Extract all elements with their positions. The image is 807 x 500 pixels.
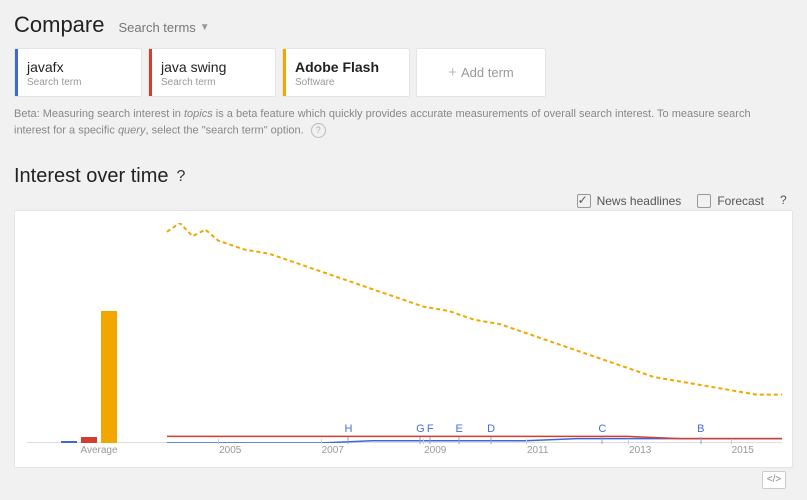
news-marker-G[interactable]: G	[416, 423, 425, 435]
checkbox-checked-icon	[577, 194, 591, 208]
compare-terms-row: javafx Search term java swing Search ter…	[14, 48, 793, 97]
add-term-button[interactable]: + Add term	[416, 48, 546, 97]
news-marker-D[interactable]: D	[487, 423, 495, 435]
news-tick	[430, 437, 431, 444]
search-terms-label: Search terms	[118, 20, 195, 35]
news-marker-F[interactable]: F	[427, 423, 434, 435]
x-tick: 2005	[219, 445, 241, 456]
news-marker-H[interactable]: H	[344, 423, 352, 435]
help-icon[interactable]: ?	[780, 194, 793, 207]
help-icon[interactable]: ?	[311, 123, 326, 138]
forecast-toggle[interactable]: Forecast	[697, 194, 764, 208]
color-stripe	[149, 49, 152, 96]
x-tick: 2009	[424, 445, 446, 456]
term-type: Search term	[161, 77, 263, 88]
chart-options: News headlines Forecast ?	[14, 194, 793, 208]
section-title: Interest over time	[14, 165, 169, 188]
term-card-java-swing[interactable]: java swing Search term	[148, 48, 276, 97]
news-tick	[348, 437, 349, 444]
term-card-javafx[interactable]: javafx Search term	[14, 48, 142, 97]
x-tick: 2011	[527, 445, 549, 456]
news-headlines-label: News headlines	[597, 194, 682, 208]
color-stripe	[283, 49, 286, 96]
news-tick	[420, 437, 421, 444]
term-type: Search term	[27, 77, 129, 88]
caret-down-icon: ▼	[200, 22, 210, 33]
term-name: Adobe Flash	[295, 59, 397, 75]
add-term-label: Add term	[461, 65, 514, 80]
series-java-swing	[167, 437, 782, 439]
term-type: Software	[295, 77, 397, 88]
news-tick	[602, 437, 603, 444]
search-terms-dropdown[interactable]: Search terms ▼	[118, 20, 209, 35]
news-tick	[491, 437, 492, 444]
beta-notice: Beta: Measuring search interest in topic…	[14, 107, 754, 139]
plus-icon: +	[448, 64, 457, 81]
checkbox-unchecked-icon	[697, 194, 711, 208]
page-title: Compare	[14, 12, 104, 38]
news-headlines-toggle[interactable]: News headlines	[577, 194, 682, 208]
interest-chart: HGFEDCB Average200520072009201120132015 …	[14, 210, 793, 468]
term-card-adobe-flash[interactable]: Adobe Flash Software	[282, 48, 410, 97]
term-name: javafx	[27, 59, 129, 75]
news-tick	[700, 437, 701, 444]
embed-button[interactable]: </>	[762, 471, 786, 489]
x-tick: 2015	[732, 445, 754, 456]
news-marker-E[interactable]: E	[455, 423, 462, 435]
news-tick	[459, 437, 460, 444]
forecast-label: Forecast	[717, 194, 764, 208]
help-icon[interactable]: ?	[177, 169, 192, 184]
x-tick: 2007	[322, 445, 344, 456]
term-name: java swing	[161, 59, 263, 75]
average-label: Average	[80, 445, 117, 456]
series-adobe-flash	[167, 223, 782, 395]
x-tick: 2013	[629, 445, 651, 456]
news-marker-B[interactable]: B	[697, 423, 704, 435]
color-stripe	[15, 49, 18, 96]
news-marker-C[interactable]: C	[598, 423, 606, 435]
